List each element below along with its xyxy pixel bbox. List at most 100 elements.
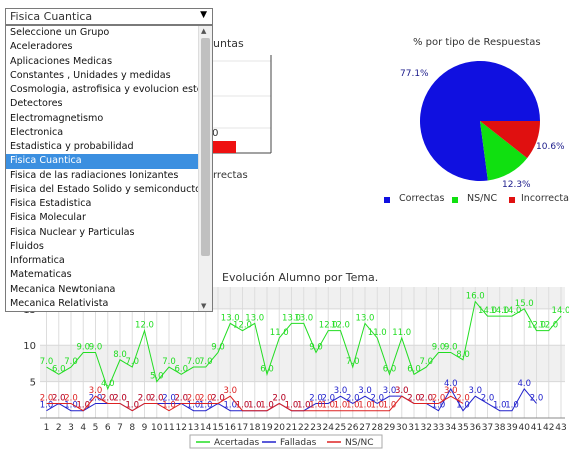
bar-chart-title-fragment: untas [213,37,244,50]
x-tick-label: 27 [359,423,370,433]
group-option[interactable]: Informatica [6,254,198,268]
data-label: 11.0 [368,328,387,338]
x-tick-label: 19 [261,423,273,433]
pie-legend: Correctas NS/NC Incorrectas [382,193,569,207]
x-tick-label: 31 [408,423,419,433]
group-option[interactable]: Cosmologia, astrofisica y evolucion este… [6,83,212,97]
data-label: 2.0 [456,393,470,403]
legend-swatch-incorrectas [509,197,515,203]
group-option[interactable]: Fisica Nuclear y Particulas [6,226,198,240]
group-option[interactable]: Constantes , Unidades y medidas [6,69,198,83]
data-label: 11.0 [270,328,289,338]
x-tick-label: 23 [310,423,321,433]
data-label: 15.0 [515,299,534,309]
legend-label: Acertadas [214,438,259,448]
x-tick-label: 7 [117,423,123,433]
data-label: 1.0 [383,401,397,411]
data-label: 5.0 [150,372,164,382]
x-tick-label: 39 [506,423,518,433]
x-tick-label: 35 [457,423,468,433]
x-tick-label: 17 [237,423,248,433]
x-tick-label: 15 [212,423,223,433]
group-option[interactable]: Detectores [6,97,198,111]
pie-slice-label: 77.1% [400,69,429,79]
chevron-down-icon[interactable]: ▼ [200,10,207,20]
x-tick-label: 4 [80,423,86,433]
legend-label: Falladas [280,438,317,448]
group-option[interactable]: Electronica [6,126,198,140]
x-tick-label: 41 [531,423,542,433]
bar-chart-area [213,55,272,154]
group-option[interactable]: Mecanica Newtoniana [6,283,198,297]
legend-label-correctas: Correctas [399,193,445,204]
legend-swatch-nsnc [452,197,458,203]
legend-label: NS/NC [345,438,374,448]
x-tick-label: 28 [372,423,384,433]
pie-slice-label: 10.6% [536,142,565,152]
y-tick-label: 10 [23,341,36,352]
x-tick-label: 5 [93,423,99,433]
x-tick-label: 30 [396,423,408,433]
data-label: 12.0 [331,321,350,331]
x-tick-label: 10 [151,423,163,433]
x-tick-label: 2 [56,423,62,433]
x-tick-label: 16 [225,423,237,433]
pie-slice-label: 12.3% [502,180,531,190]
scroll-up-icon[interactable]: ▲ [201,27,206,35]
pie-chart-title: % por tipo de Respuestas [413,37,541,48]
x-tick-label: 25 [335,423,346,433]
x-tick-label: 42 [543,423,554,433]
group-select-value: Fisica Cuantica [10,10,93,23]
x-tick-label: 18 [249,423,261,433]
group-option[interactable]: Fisica de las radiaciones Ionizantes [6,169,198,183]
scrollbar-thumb[interactable] [201,38,210,256]
group-option[interactable]: Matematicas [6,268,198,282]
x-tick-label: 36 [470,423,482,433]
dropdown-scrollbar[interactable]: ▲ ▼ [198,26,212,311]
group-option[interactable]: Aplicaciones Medicas [6,55,198,69]
data-label: 3.0 [223,386,237,396]
data-label: 4.0 [517,379,531,389]
data-label: 6.0 [383,364,397,374]
x-tick-label: 29 [384,423,396,433]
group-option[interactable]: Fluidos [6,240,198,254]
data-label: 7.0 [346,357,360,367]
data-label: 9.0 [211,343,225,353]
data-label: 12.0 [539,321,558,331]
group-option[interactable]: Mecanica Relativista [6,297,198,311]
data-label: 9.0 [89,343,103,353]
data-label: 7.0 [125,357,139,367]
x-tick-label: 32 [421,423,432,433]
data-label: 1.0 [505,401,519,411]
group-option[interactable]: Fisica Estadistica [6,197,198,211]
data-label: 6.0 [260,364,274,374]
x-tick-label: 8 [129,423,135,433]
group-select[interactable]: Fisica Cuantica ▼ [5,8,213,25]
x-tick-label: 37 [482,423,493,433]
data-label: 7.0 [419,357,433,367]
bar-legend-fragment: rrectas [213,170,248,181]
data-label: 13.0 [356,313,375,323]
x-tick-label: 11 [163,423,174,433]
group-option[interactable]: Estadistica y probabilidad [6,140,198,154]
group-option[interactable]: Fisica Molecular [6,211,198,225]
x-tick-label: 6 [105,423,111,433]
data-label: 8.0 [456,350,470,360]
scroll-down-icon[interactable]: ▼ [201,302,206,310]
group-option[interactable]: Aceleradores [6,40,198,54]
x-tick-label: 9 [142,423,148,433]
data-label: 7.0 [64,357,78,367]
x-tick-label: 24 [323,423,335,433]
group-option[interactable]: Fisica Cuantica [6,154,198,169]
group-option[interactable]: Seleccione un Grupo [6,26,198,40]
group-option[interactable]: Electromagnetismo [6,112,198,126]
legend-swatch-correctas [384,197,390,203]
x-tick-label: 20 [274,423,286,433]
data-label: 12.0 [135,321,154,331]
data-label: 1.0 [76,401,90,411]
data-label: 16.0 [466,292,485,302]
group-dropdown-list[interactable]: Seleccione un Grupo Aceleradores Aplicacio… [5,25,213,312]
group-option[interactable]: Fisica del Estado Solido y semiconductor… [6,183,212,197]
bar-incorrectas [213,141,236,153]
x-tick-label: 34 [445,423,457,433]
